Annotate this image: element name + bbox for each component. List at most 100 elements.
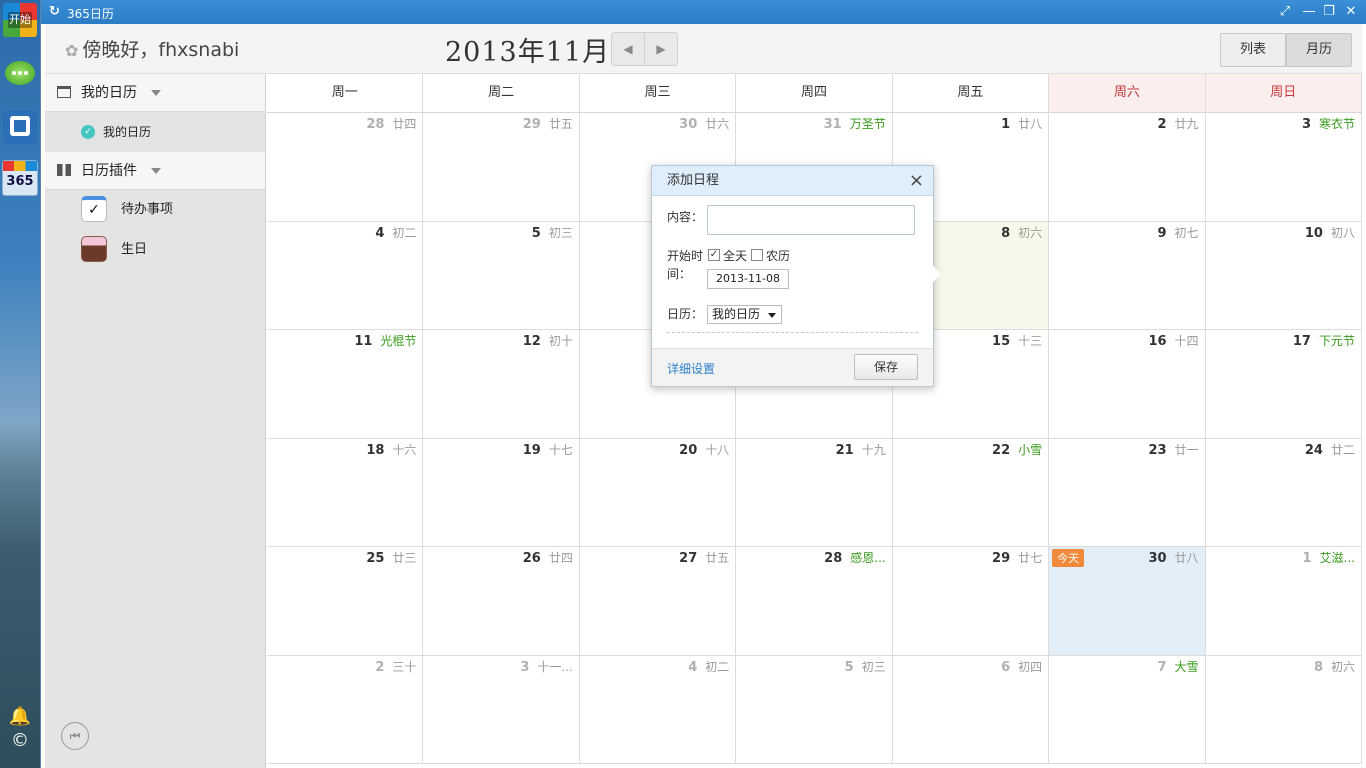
chat-icon[interactable] [3, 58, 37, 92]
check-circle-icon[interactable]: ✓ [81, 125, 95, 139]
copyright-icon[interactable]: © [3, 728, 37, 754]
day-cell[interactable]: 1 艾滋... [1205, 547, 1362, 656]
day-cell[interactable]: 5 初三 [423, 221, 580, 330]
day-label: 6 初四 [1001, 658, 1042, 675]
lunar-date: 初六 [1330, 659, 1355, 674]
chevron-down-icon[interactable] [151, 168, 161, 174]
sidebar-item-birthday[interactable]: 生日 [45, 230, 265, 270]
chevron-down-icon[interactable] [151, 90, 161, 96]
restore-icon[interactable]: ❐ [1319, 3, 1339, 21]
weekday-label: 周三 [579, 74, 737, 112]
close-icon[interactable]: × [909, 166, 924, 196]
calendar-365-icon[interactable]: 365 [2, 160, 38, 196]
day-number: 4 [688, 659, 698, 675]
day-cell[interactable]: 28 感恩... [736, 547, 893, 656]
lunar-date: 初八 [1330, 225, 1355, 240]
day-number: 8 [1313, 659, 1323, 675]
day-cell[interactable]: 4 初二 [579, 655, 737, 764]
calendar-select[interactable]: 我的日历 [707, 305, 782, 324]
day-number: 1 [1302, 551, 1312, 566]
day-number: 27 [679, 551, 698, 566]
day-cell[interactable]: 10 初八 [1205, 221, 1362, 330]
day-cell[interactable]: 7 大雪 [1049, 655, 1206, 764]
day-cell[interactable]: 12 初十 [423, 330, 580, 439]
day-cell[interactable]: 24 廿二 [1205, 438, 1362, 547]
lunar-date: 廿四 [392, 117, 417, 131]
day-label: 30 廿六 [679, 115, 729, 132]
day-cell[interactable]: 21 十九 [736, 438, 893, 547]
lunar-date: 十七 [548, 442, 573, 457]
day-cell[interactable]: 18 十六 [267, 438, 424, 547]
lunar-date: 光棍节 [380, 334, 417, 348]
collapse-sidebar-button[interactable]: ⏮ [61, 722, 89, 750]
month-view-button[interactable]: 月历 [1286, 33, 1352, 67]
day-cell[interactable]: 23 廿一 [1049, 438, 1206, 547]
day-cell[interactable]: 4 初二 [267, 221, 424, 330]
lunar-date: 廿五 [705, 551, 730, 565]
day-label: 1 艾滋... [1303, 549, 1356, 566]
day-label: 10 初八 [1305, 224, 1355, 241]
day-number: 6 [1001, 659, 1011, 675]
weekday-label: 周五 [892, 74, 1050, 112]
next-month-button[interactable]: ▶ [644, 32, 678, 66]
day-cell[interactable]: 3 十一... [423, 655, 580, 764]
lunar-date: 万圣节 [849, 117, 886, 131]
day-label: 16 十四 [1148, 332, 1198, 349]
sidebar-item-todo[interactable]: ✓ 待办事项 [45, 190, 265, 230]
lunar-date: 廿八 [1174, 551, 1199, 565]
minimize-icon[interactable]: — [1299, 3, 1319, 21]
day-cell[interactable]: 19 十七 [423, 438, 580, 547]
plugins-header[interactable]: 日历插件 [45, 152, 265, 190]
day-cell[interactable]: 今天 30 廿八 [1049, 547, 1206, 656]
greeting: ✿ 傍晚好，fhxsnabi [65, 35, 239, 62]
lunar-date: 十一... [537, 659, 573, 674]
prev-month-button[interactable]: ◀ [611, 32, 645, 66]
day-label: 12 初十 [523, 332, 573, 349]
start-button[interactable]: 开始 [3, 3, 37, 37]
day-cell[interactable]: 17 下元节 [1205, 330, 1362, 439]
content-input[interactable] [707, 205, 915, 235]
lunar-date: 廿九 [1174, 117, 1199, 131]
save-button[interactable]: 保存 [854, 354, 918, 380]
detail-settings-link[interactable]: 详细设置 [667, 360, 715, 377]
day-cell[interactable]: 29 廿七 [892, 547, 1050, 656]
day-cell[interactable]: 9 初七 [1049, 221, 1206, 330]
day-cell[interactable]: 8 初六 [1205, 655, 1362, 764]
day-cell[interactable]: 28 廿四 [267, 113, 424, 222]
fullscreen-icon[interactable]: ⤢ [1275, 3, 1295, 21]
allday-checkbox[interactable]: ✓ [708, 249, 720, 261]
day-label: 2 廿九 [1158, 115, 1199, 132]
bell-icon[interactable]: 🔔 [3, 702, 37, 728]
day-cell[interactable]: 26 廿四 [423, 547, 580, 656]
day-cell[interactable]: 25 廿三 [267, 547, 424, 656]
day-number: 5 [531, 225, 541, 241]
gear-icon[interactable]: ✿ [65, 41, 78, 60]
day-number: 23 [1148, 442, 1167, 458]
day-cell[interactable]: 2 廿九 [1049, 113, 1206, 222]
divider [667, 332, 918, 333]
start-date-field[interactable]: 2013-11-08 [707, 269, 789, 289]
day-cell[interactable]: 11 光棍节 [267, 330, 424, 439]
close-icon[interactable]: ✕ [1341, 3, 1361, 21]
titlebar: ↻ 365日历 ⤢ — ❐ ✕ [41, 0, 1366, 24]
day-cell[interactable]: 22 小雪 [892, 438, 1050, 547]
day-cell[interactable]: 3 寒衣节 [1205, 113, 1362, 222]
my-calendars-header[interactable]: 我的日历 [45, 74, 265, 112]
q-app-icon[interactable] [3, 110, 37, 144]
lunar-date: 廿四 [548, 551, 573, 565]
day-label: 22 小雪 [992, 441, 1042, 458]
lunar-date: 十九 [861, 442, 886, 457]
day-cell[interactable]: 20 十八 [579, 438, 737, 547]
sidebar-item-my-calendar[interactable]: ✓ 我的日历 [45, 112, 265, 152]
day-cell[interactable]: 27 廿五 [579, 547, 737, 656]
day-cell[interactable]: 29 廿五 [423, 113, 580, 222]
day-label: 3 十一... [520, 658, 573, 675]
day-cell[interactable]: 5 初三 [736, 655, 893, 764]
day-cell[interactable]: 6 初四 [892, 655, 1050, 764]
weekday-header: 周一 周二 周三 周四 周五 周六 周日 [267, 74, 1362, 113]
lunar-checkbox[interactable] [751, 249, 763, 261]
day-cell[interactable]: 2 三十 [267, 655, 424, 764]
day-number: 9 [1157, 225, 1167, 241]
day-cell[interactable]: 16 十四 [1049, 330, 1206, 439]
list-view-button[interactable]: 列表 [1220, 33, 1286, 67]
